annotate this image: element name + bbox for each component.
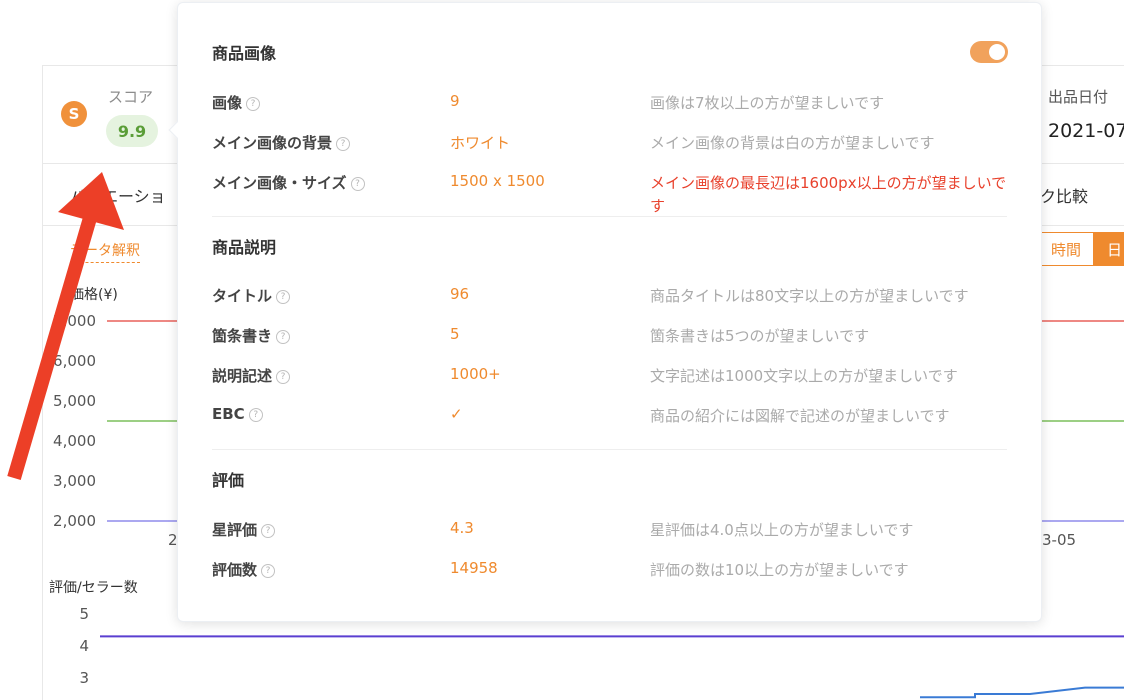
toggle-knob <box>989 44 1005 60</box>
row-label: 星評価? <box>212 519 276 540</box>
help-icon[interactable]: ? <box>276 369 291 384</box>
chart-ytick-label: 5 <box>79 605 89 623</box>
chart-ytick-label: 6,000 <box>53 352 96 370</box>
row-value: 4.3 <box>450 519 474 537</box>
chart-xtick-label: 3-05 <box>1042 531 1076 549</box>
checkmark-icon: ✓ <box>450 405 463 423</box>
row-label: 箇条書き? <box>212 325 291 346</box>
chart-ylabel: 評価/セラー数 <box>49 580 138 596</box>
help-icon[interactable]: ? <box>261 563 276 578</box>
row-main-image-size: メイン画像・サイズ? 1500 x 1500 メイン画像の最長辺は1600px以… <box>212 172 1012 215</box>
row-value: 9 <box>450 92 460 110</box>
chart-ytick-label: 3,000 <box>53 472 96 490</box>
section-divider <box>212 449 1007 450</box>
row-value: 14958 <box>450 559 498 577</box>
help-icon[interactable]: ? <box>350 176 365 191</box>
row-label: メイン画像の背景? <box>212 132 351 153</box>
row-description-warning: メイン画像の最長辺は1600px以上の方が望ましいです <box>650 174 1007 215</box>
chart-ytick-label: 4 <box>79 637 89 655</box>
row-value: 1000+ <box>450 365 501 383</box>
popover-toggle-switch[interactable] <box>970 41 1008 63</box>
chart-ytick-label: 7,000 <box>53 312 96 330</box>
chart-ylabel: 価格(¥) <box>70 287 118 303</box>
row-value: ホワイト <box>450 134 511 152</box>
chart-ytick-label: 4,000 <box>53 432 96 450</box>
row-description: 箇条書きは5つのが望ましいです <box>650 327 870 345</box>
row-description: 商品の紹介には図解で記述のが望ましいです <box>650 407 950 425</box>
row-description-text: 説明記述? 1000+ 文字記述は1000文字以上の方が望ましいです <box>212 365 1012 405</box>
help-icon[interactable]: ? <box>336 136 351 151</box>
row-label: メイン画像・サイズ? <box>212 172 365 193</box>
help-icon[interactable]: ? <box>261 523 276 538</box>
section-title-images: 商品画像 <box>212 44 277 63</box>
row-label: 説明記述? <box>212 365 291 386</box>
help-icon[interactable]: ? <box>276 329 291 344</box>
row-main-image-background: メイン画像の背景? ホワイト メイン画像の背景は白の方が望ましいです <box>212 132 1012 172</box>
row-value: 5 <box>450 325 460 343</box>
chart-ytick-label: 3 <box>79 669 89 687</box>
row-star-rating: 星評価? 4.3 星評価は4.0点以上の方が望ましいです <box>212 519 1012 559</box>
row-description: 評価の数は10以上の方が望ましいです <box>650 561 909 579</box>
row-image-count: 画像? 9 画像は7枚以上の方が望ましいです <box>212 92 1012 132</box>
chart-ytick-label: 5,000 <box>53 392 96 410</box>
row-label: タイトル? <box>212 285 291 306</box>
section-title-description: 商品説明 <box>212 238 277 257</box>
row-description: 商品タイトルは80文字以上の方が望ましいです <box>650 287 969 305</box>
row-description: メイン画像の背景は白の方が望ましいです <box>650 134 935 152</box>
help-icon[interactable]: ? <box>276 289 291 304</box>
section-title-reviews: 評価 <box>212 471 245 490</box>
row-ebc: EBC? ✓ 商品の紹介には図解で記述のが望ましいです <box>212 405 1012 445</box>
row-value: 96 <box>450 285 470 303</box>
row-title-length: タイトル? 96 商品タイトルは80文字以上の方が望ましいです <box>212 285 1012 325</box>
chart-series-line <box>920 686 1124 699</box>
help-icon[interactable]: ? <box>248 407 263 422</box>
row-value: 1500 x 1500 <box>450 172 545 190</box>
row-review-count: 評価数? 14958 評価の数は10以上の方が望ましいです <box>212 559 1012 599</box>
row-description: 画像は7枚以上の方が望ましいです <box>650 94 885 112</box>
row-label: 画像? <box>212 92 261 113</box>
row-label: EBC? <box>212 405 263 423</box>
row-description: 星評価は4.0点以上の方が望ましいです <box>650 521 914 539</box>
help-icon[interactable]: ? <box>246 96 261 111</box>
chart-ytick-label: 2,000 <box>53 512 96 530</box>
row-bullet-points: 箇条書き? 5 箇条書きは5つのが望ましいです <box>212 325 1012 365</box>
row-description: 文字記述は1000文字以上の方が望ましいです <box>650 367 958 385</box>
row-label: 評価数? <box>212 559 276 580</box>
section-divider <box>212 216 1007 217</box>
